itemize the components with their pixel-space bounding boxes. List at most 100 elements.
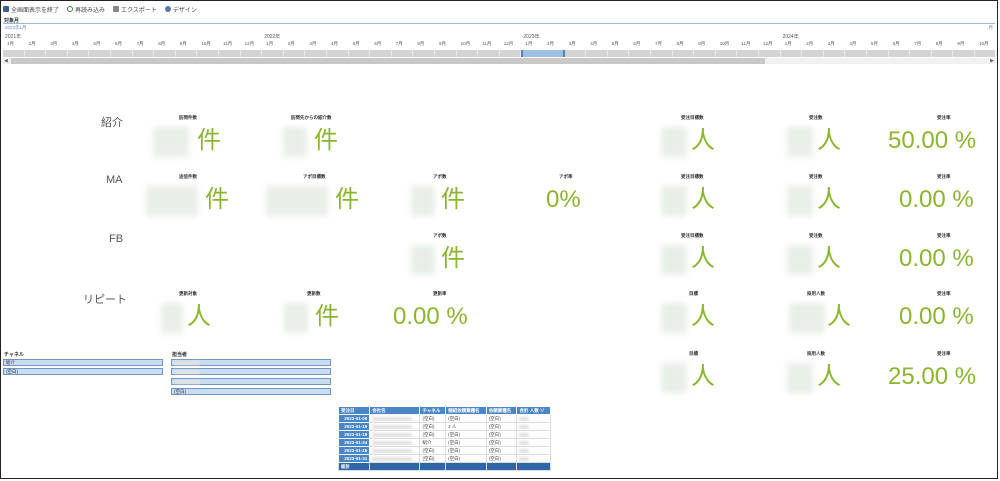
timeline-month-label[interactable]: 4月 [849, 41, 856, 47]
person-filter-item[interactable] [171, 359, 331, 366]
timeline-filter[interactable]: 2023年1月 月 2021年 2022年 2023年 2024年 1月 2月 3月 4月 5… [3, 23, 997, 66]
timeline-month-cell[interactable] [457, 50, 479, 57]
timeline-month-cell[interactable] [111, 50, 133, 57]
chevron-down-icon[interactable]: ∨ [540, 408, 545, 413]
timeline-month-cell[interactable] [68, 50, 90, 57]
timeline-month-cell[interactable] [586, 50, 608, 57]
timeline-month-label[interactable]: 5月 [871, 41, 878, 47]
timeline-month-label[interactable]: 1月 [785, 41, 792, 47]
table-row[interactable]: 2023-01-25 (空白) (空白) (空白) [337, 446, 551, 455]
timeline-month-cell[interactable] [910, 50, 932, 57]
timeline-month-cell[interactable] [629, 50, 651, 57]
timeline-month-label[interactable]: 7月 [914, 41, 921, 47]
timeline-month-cell[interactable] [802, 50, 824, 57]
col-header-industry[interactable]: 依頼業種名 [485, 406, 518, 415]
timeline-month-cell[interactable] [435, 50, 457, 57]
timeline-month-label[interactable]: 9月 [957, 41, 964, 47]
timeline-month-label[interactable]: 11月 [223, 41, 232, 47]
timeline-month-label[interactable]: 8月 [936, 41, 943, 47]
timeline-month-label[interactable]: 9月 [698, 41, 705, 47]
timeline-month-cell[interactable] [284, 50, 306, 57]
person-filter-item[interactable] [171, 378, 331, 385]
timeline-selection[interactable] [521, 50, 565, 57]
timeline-month-cell[interactable] [889, 50, 911, 57]
timeline-month-cell[interactable] [370, 50, 392, 57]
timeline-month-label[interactable]: 4月 [72, 41, 79, 47]
timeline-month-cell[interactable] [392, 50, 414, 57]
timeline-month-cell[interactable] [219, 50, 241, 57]
timeline-month-label[interactable]: 11月 [482, 41, 491, 47]
timeline-scrollbar[interactable]: ◀ ▶ [3, 58, 995, 64]
timeline-month-label[interactable]: 4月 [331, 41, 338, 47]
col-header-total-people[interactable]: 合計 人数 ∨ [516, 406, 551, 415]
timeline-month-cell[interactable] [25, 50, 47, 57]
timeline-month-cell[interactable] [176, 50, 198, 57]
timeline-month-label[interactable]: 7月 [137, 41, 144, 47]
timeline-month-cell[interactable] [975, 50, 997, 57]
timeline-month-label[interactable]: 2月 [29, 41, 36, 47]
timeline-month-cell[interactable] [867, 50, 889, 57]
timeline-month-label[interactable]: 5月 [612, 41, 619, 47]
timeline-month-cell[interactable] [262, 50, 284, 57]
timeline-month-label[interactable]: 10月 [720, 41, 730, 47]
timeline-month-label[interactable]: 12月 [245, 41, 255, 47]
timeline-month-label[interactable]: 2月 [806, 41, 813, 47]
timeline-month-label[interactable]: 3月 [828, 41, 835, 47]
timeline-month-cell[interactable] [349, 50, 371, 57]
timeline-month-cell[interactable] [694, 50, 716, 57]
timeline-month-label[interactable]: 3月 [569, 41, 576, 47]
timeline-month-label[interactable]: 6月 [374, 41, 381, 47]
timeline-month-cell[interactable] [716, 50, 738, 57]
timeline-month-cell[interactable] [565, 50, 587, 57]
table-row[interactable]: 2023-01-18 (空白) (空白) (空白) [337, 430, 551, 439]
timeline-month-cell[interactable] [737, 50, 759, 57]
design-button[interactable]: デザイン [164, 5, 197, 14]
timeline-month-label[interactable]: 7月 [396, 41, 403, 47]
timeline-month-cell[interactable] [197, 50, 219, 57]
timeline-month-label[interactable]: 1月 [7, 41, 14, 47]
table-row[interactable]: 2023-01-06 (空白) (空白) (空白) [337, 414, 551, 423]
timeline-month-label[interactable]: 8月 [158, 41, 165, 47]
timeline-month-cell[interactable] [133, 50, 155, 57]
timeline-month-cell[interactable] [89, 50, 111, 57]
timeline-month-cell[interactable] [154, 50, 176, 57]
timeline-scroll-thumb[interactable] [11, 58, 765, 64]
timeline-month-label[interactable]: 5月 [93, 41, 100, 47]
timeline-month-label[interactable]: 9月 [439, 41, 446, 47]
table-row[interactable]: 2023-01-31 (空白) (空白) (空白) [337, 454, 551, 463]
timeline-month-cell[interactable] [673, 50, 695, 57]
timeline-month-cell[interactable] [3, 50, 25, 57]
timeline-month-label[interactable]: 1月 [266, 41, 273, 47]
table-row[interactable]: 2023-01-24 紹介 (空白) (空白) [337, 438, 551, 447]
col-header-referral-industry[interactable]: 個紹依頼業種名 [445, 406, 487, 415]
timeline-month-label[interactable]: 2月 [288, 41, 295, 47]
timeline-month-cell[interactable] [845, 50, 867, 57]
timeline-month-label[interactable]: 10月 [461, 41, 471, 47]
timeline-month-label[interactable]: 7月 [655, 41, 662, 47]
timeline-month-label[interactable]: 1月 [525, 41, 532, 47]
export-button[interactable]: エクスポート [113, 5, 157, 14]
timeline-month-cell[interactable] [608, 50, 630, 57]
timeline-month-cell[interactable] [953, 50, 975, 57]
timeline-month-cell[interactable] [327, 50, 349, 57]
timeline-month-label[interactable]: 8月 [677, 41, 684, 47]
timeline-month-cell[interactable] [241, 50, 263, 57]
reload-button[interactable]: 再読み込み [67, 5, 105, 14]
timeline-month-cell[interactable] [478, 50, 500, 57]
timeline-month-label[interactable]: 10月 [979, 41, 989, 47]
timeline-month-cell[interactable] [413, 50, 435, 57]
col-header-channel[interactable]: チャネル [419, 406, 447, 415]
channel-filter-item[interactable]: (空白) [3, 368, 163, 375]
person-filter-item[interactable] [171, 368, 331, 375]
timeline-month-label[interactable]: 9月 [180, 41, 187, 47]
timeline-month-label[interactable]: 6月 [115, 41, 122, 47]
timeline-month-cell[interactable] [932, 50, 954, 57]
timeline-month-label[interactable]: 6月 [893, 41, 900, 47]
timeline-month-label[interactable]: 3月 [309, 41, 316, 47]
timeline-month-label[interactable]: 2月 [547, 41, 554, 47]
table-row[interactable]: 2023-01-10 (空白) 2 人 (空白) [337, 422, 551, 431]
timeline-month-cell[interactable] [500, 50, 522, 57]
channel-filter-item[interactable]: 紹介 [3, 359, 163, 366]
timeline-month-cell[interactable] [824, 50, 846, 57]
timeline-month-cell[interactable] [651, 50, 673, 57]
